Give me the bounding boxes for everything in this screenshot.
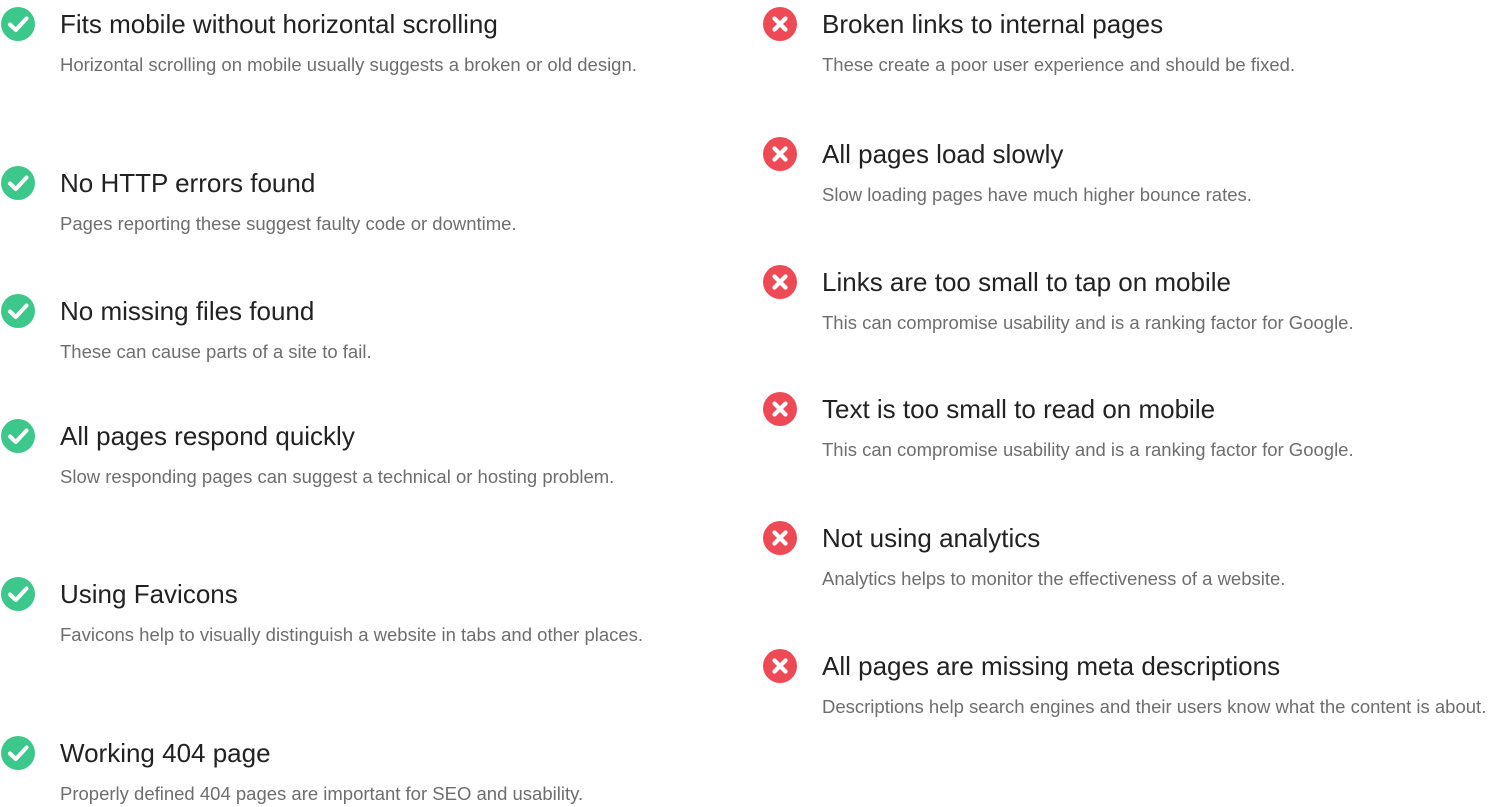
check-description: Horizontal scrolling on mobile usually s…: [60, 54, 637, 75]
check-title: Using Favicons: [60, 579, 238, 609]
check-description: Slow loading pages have much higher boun…: [822, 184, 1252, 205]
check-description: Properly defined 404 pages are important…: [60, 783, 584, 804]
check-circle-icon: [0, 6, 36, 42]
check-circle-icon: [0, 293, 36, 329]
check-circle-icon: [0, 418, 36, 454]
check-title: Working 404 page: [60, 738, 271, 768]
check-circle-icon: [0, 576, 36, 612]
check-title: Text is too small to read on mobile: [822, 394, 1216, 424]
check-title: All pages load slowly: [822, 139, 1064, 169]
check-description: Pages reporting these suggest faulty cod…: [60, 213, 517, 234]
check-title: Links are too small to tap on mobile: [822, 267, 1231, 297]
check-title: All pages are missing meta descriptions: [822, 651, 1281, 681]
check-description: These create a poor user experience and …: [822, 54, 1296, 75]
check-description: These can cause parts of a site to fail.: [60, 341, 372, 362]
x-circle-icon: [762, 648, 798, 684]
check-title: No missing files found: [60, 296, 315, 326]
check-title: Fits mobile without horizontal scrolling: [60, 9, 498, 39]
check-title: All pages respond quickly: [60, 421, 355, 451]
check-description: Favicons help to visually distinguish a …: [60, 624, 644, 645]
check-title: Broken links to internal pages: [822, 9, 1164, 39]
check-description: Descriptions help search engines and the…: [822, 696, 1487, 717]
x-circle-icon: [762, 264, 798, 300]
check-title: No HTTP errors found: [60, 168, 316, 198]
check-circle-icon: [0, 165, 36, 201]
x-circle-icon: [762, 6, 798, 42]
x-circle-icon: [762, 520, 798, 556]
check-description: Slow responding pages can suggest a tech…: [60, 466, 615, 487]
check-description: Analytics helps to monitor the effective…: [822, 568, 1286, 589]
x-circle-icon: [762, 391, 798, 427]
check-description: This can compromise usability and is a r…: [822, 439, 1354, 460]
check-description: This can compromise usability and is a r…: [822, 312, 1354, 333]
check-title: Not using analytics: [822, 523, 1041, 553]
x-circle-icon: [762, 136, 798, 172]
check-circle-icon: [0, 735, 36, 771]
